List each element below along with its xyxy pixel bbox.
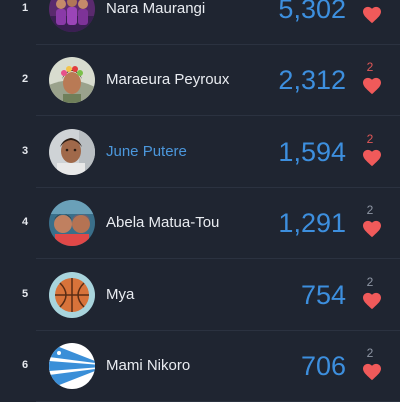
leaderboard-row[interactable]: 5 Mya 754 2 [0, 259, 400, 331]
leaderboard-list: 1 Nara Maurangi 5,302 2 Maraeura Peyroux 2,31… [0, 0, 400, 402]
rank-number: 4 [21, 216, 29, 229]
score-value: 706 [300, 351, 346, 381]
heart-icon[interactable] [362, 220, 382, 238]
heart-icon[interactable] [362, 6, 382, 24]
leaderboard-row[interactable]: 3 June Putere 1,594 2 [0, 116, 400, 188]
basketball-avatar[interactable] [49, 271, 95, 318]
leaderboard-row[interactable]: 6 Mami Nikoro 706 2 [0, 330, 400, 402]
score-value: 5,302 [278, 0, 346, 24]
flag-avatar[interactable] [49, 343, 95, 389]
selfie-avatar[interactable] [49, 200, 95, 247]
group-photo-avatar[interactable] [49, 0, 95, 32]
like-count: 2 [366, 203, 374, 218]
leaderboard-row[interactable]: 2 Maraeura Peyroux 2,312 2 [0, 44, 400, 117]
player-name[interactable]: Maraeura Peyroux [106, 71, 229, 88]
portrait-avatar[interactable] [49, 128, 95, 175]
heart-icon[interactable] [362, 77, 382, 95]
player-name[interactable]: Mya [106, 286, 134, 303]
rank-number: 6 [21, 359, 29, 371]
score-value: 2,312 [278, 65, 346, 96]
heart-icon[interactable] [362, 149, 382, 167]
rank-number: 5 [21, 287, 29, 300]
leaderboard-row[interactable]: 4 Abela Matua-Tou 1,291 2 [0, 187, 400, 260]
player-name[interactable]: Abela Matua-Tou [106, 214, 219, 231]
score-value: 1,594 [278, 136, 346, 167]
heart-icon[interactable] [362, 363, 382, 381]
like-count: 2 [366, 131, 374, 146]
score-value: 754 [300, 279, 346, 310]
flower-crown-avatar[interactable] [49, 57, 95, 104]
rank-number: 2 [21, 73, 29, 86]
rank-number: 3 [21, 144, 29, 157]
player-name[interactable]: Nara Maurangi [106, 0, 205, 17]
score-value: 1,291 [278, 208, 346, 239]
player-name[interactable]: Mami Nikoro [106, 357, 190, 374]
like-count: 2 [366, 274, 374, 289]
leaderboard-row[interactable]: 1 Nara Maurangi 5,302 [0, 0, 400, 45]
like-count: 2 [366, 60, 374, 75]
like-count: 2 [366, 346, 374, 360]
rank-number: 1 [21, 2, 29, 14]
heart-icon[interactable] [362, 292, 382, 310]
player-name[interactable]: June Putere [106, 143, 187, 160]
